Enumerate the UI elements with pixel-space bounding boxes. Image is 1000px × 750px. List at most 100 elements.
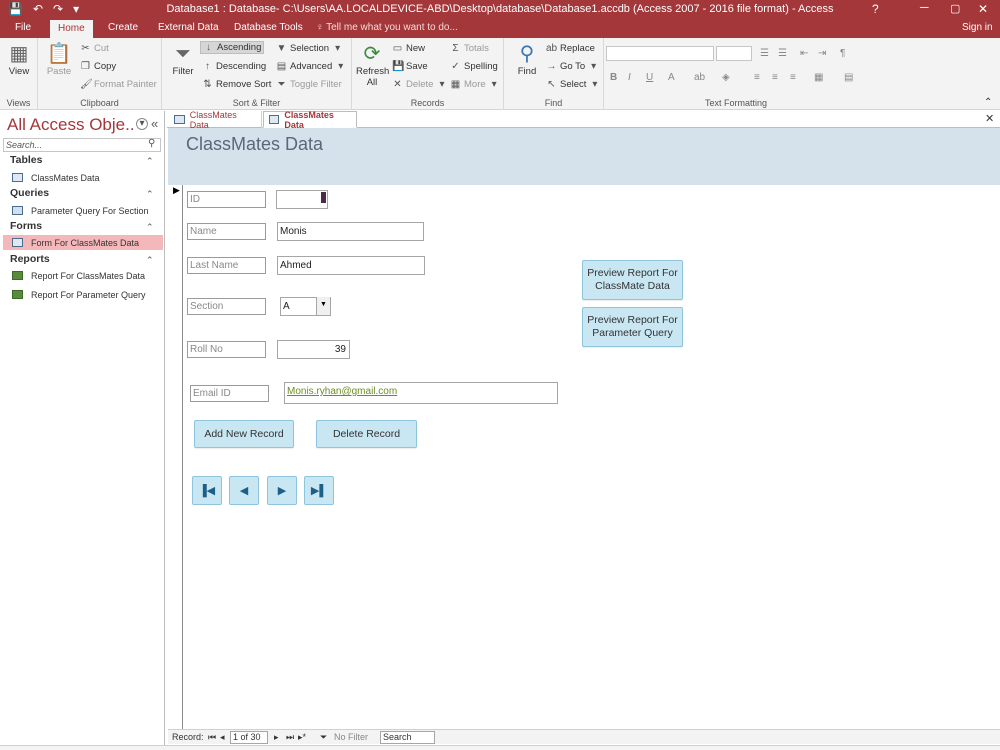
email-field[interactable]: Monis.ryhan@gmail.com: [284, 382, 558, 404]
copy-button[interactable]: ❐ Copy: [80, 61, 116, 72]
first-record-button[interactable]: ▐◀: [192, 476, 222, 505]
record-label: Record:: [172, 732, 204, 742]
tab-file[interactable]: File: [0, 20, 46, 38]
next-record-icon: ▶: [277, 485, 287, 497]
last-record-nav-icon[interactable]: ⏭: [286, 732, 294, 743]
search-icon[interactable]: ⚲: [148, 138, 155, 149]
bold-icon[interactable]: B: [610, 72, 617, 83]
dropdown-arrow-icon[interactable]: ▼: [316, 297, 330, 315]
toggle-filter-button[interactable]: ⏷ Toggle Filter: [276, 79, 342, 90]
numbering-icon[interactable]: ☰: [778, 48, 787, 59]
doc-tab-form[interactable]: ClassMates Data: [263, 110, 357, 130]
nav-item-parameter-report[interactable]: Report For Parameter Query: [3, 287, 163, 302]
nav-item-classmates-table[interactable]: ClassMates Data: [3, 170, 163, 185]
remove-sort-button[interactable]: ⇅ Remove Sort: [202, 79, 271, 90]
last-name-field[interactable]: Ahmed: [277, 256, 425, 275]
refresh-all-button[interactable]: ⟳ Refresh All: [356, 42, 389, 88]
more-button[interactable]: ▦ More ▾: [450, 79, 500, 90]
nav-item-parameter-query[interactable]: Parameter Query For Section: [3, 203, 163, 218]
tab-database-tools[interactable]: Database Tools: [226, 20, 311, 38]
chevron-up-icon[interactable]: ⌃: [146, 156, 154, 167]
next-record-button[interactable]: ▶: [267, 476, 297, 505]
chevron-up-icon[interactable]: ⌃: [146, 255, 154, 266]
new-record-button[interactable]: ▭ New: [392, 43, 425, 54]
outdent-icon[interactable]: ⇥: [818, 48, 826, 59]
alt-row-color-icon[interactable]: ▤: [844, 72, 853, 83]
chevron-up-icon[interactable]: ⌃: [146, 189, 154, 200]
add-new-record-button[interactable]: Add New Record: [194, 420, 294, 448]
font-name-box[interactable]: [606, 46, 714, 61]
underline-icon[interactable]: U: [646, 72, 653, 83]
first-record-nav-icon[interactable]: ⏮: [208, 732, 216, 743]
nav-search-input[interactable]: Search...: [3, 138, 161, 152]
record-search-box[interactable]: Search: [380, 731, 435, 744]
advanced-button[interactable]: ▤ Advanced ▾: [276, 61, 346, 72]
view-button[interactable]: ▦ View: [4, 42, 34, 77]
current-record-box[interactable]: 1 of 30: [230, 731, 268, 744]
delete-button[interactable]: ✕ Delete ▾: [392, 79, 447, 90]
tab-external-data[interactable]: External Data: [150, 20, 227, 38]
totals-button[interactable]: Σ Totals: [450, 43, 488, 54]
name-field[interactable]: Monis: [277, 222, 424, 241]
preview-classmate-report-button[interactable]: Preview Report For ClassMate Data: [582, 260, 683, 300]
maximize-button[interactable]: ▢: [950, 2, 960, 15]
first-record-icon: ▐◀: [198, 485, 216, 497]
help-button[interactable]: ?: [872, 2, 879, 16]
nav-category-tables[interactable]: Tables: [10, 154, 42, 166]
gridlines-icon[interactable]: ▦: [814, 72, 823, 83]
record-selector[interactable]: ▶: [168, 185, 183, 730]
find-button[interactable]: ⚲ Find: [510, 42, 544, 77]
fill-color-icon[interactable]: ◈: [722, 72, 730, 83]
last-record-icon: ▶▌: [310, 485, 328, 497]
select-button[interactable]: ↖ Select ▾: [546, 79, 600, 90]
shutter-bar-icon[interactable]: «: [151, 116, 158, 131]
previous-record-nav-icon[interactable]: ◂: [220, 732, 225, 743]
highlight-icon[interactable]: ab: [694, 72, 705, 83]
new-record-nav-icon[interactable]: ▸*: [298, 732, 306, 743]
bullets-icon[interactable]: ☰: [760, 48, 769, 59]
nav-category-forms[interactable]: Forms: [10, 220, 42, 232]
sign-in-link[interactable]: Sign in: [962, 22, 993, 33]
minimize-button[interactable]: ─: [920, 0, 929, 14]
last-record-button[interactable]: ▶▌: [304, 476, 334, 505]
goto-button[interactable]: → Go To ▾: [546, 61, 599, 72]
filter-button[interactable]: ⏷ Filter: [166, 42, 200, 77]
no-filter-indicator[interactable]: No Filter: [334, 732, 368, 742]
nav-menu-icon[interactable]: ▾: [136, 118, 148, 130]
chevron-up-icon[interactable]: ⌃: [146, 222, 154, 233]
next-record-nav-icon[interactable]: ▸: [274, 732, 279, 743]
nav-item-classmates-report[interactable]: Report For ClassMates Data: [3, 268, 163, 283]
indent-icon[interactable]: ⇤: [800, 48, 808, 59]
nav-item-classmates-form[interactable]: Form For ClassMates Data: [3, 235, 163, 250]
nav-category-reports[interactable]: Reports: [10, 253, 50, 265]
align-center-icon[interactable]: ≡: [772, 72, 778, 83]
nav-pane-title[interactable]: All Access Obje...: [7, 115, 135, 135]
ascending-button[interactable]: ↓ Ascending: [200, 41, 265, 54]
selection-button[interactable]: ▼ Selection ▾: [276, 43, 343, 54]
nav-category-queries[interactable]: Queries: [10, 187, 49, 199]
close-document-icon[interactable]: ✕: [985, 112, 994, 125]
format-painter-button[interactable]: 🖌 Format Painter: [80, 79, 157, 90]
spelling-button[interactable]: ✓ Spelling: [450, 61, 498, 72]
font-size-box[interactable]: [716, 46, 752, 61]
font-color-icon[interactable]: A: [668, 72, 675, 83]
tab-home[interactable]: Home: [50, 20, 93, 38]
delete-record-button[interactable]: Delete Record: [316, 420, 417, 448]
tell-me-search[interactable]: ♀ Tell me what you want to do...: [316, 22, 458, 33]
align-left-icon[interactable]: ≡: [754, 72, 760, 83]
close-window-button[interactable]: ✕: [978, 2, 988, 16]
previous-record-button[interactable]: ◀: [229, 476, 259, 505]
align-right-icon[interactable]: ≡: [790, 72, 796, 83]
replace-button[interactable]: ab Replace: [546, 43, 595, 54]
doc-tab-table[interactable]: ClassMates Data: [169, 110, 262, 130]
save-record-button[interactable]: 💾 Save: [392, 61, 428, 72]
italic-icon[interactable]: I: [628, 72, 631, 83]
cut-button[interactable]: ✂ Cut: [80, 43, 109, 54]
tab-create[interactable]: Create: [100, 20, 146, 38]
descending-button[interactable]: ↑ Descending: [202, 61, 266, 72]
rtl-icon[interactable]: ¶: [840, 48, 845, 59]
paste-button[interactable]: 📋 Paste: [44, 42, 74, 77]
collapse-ribbon-icon[interactable]: ⌃: [984, 97, 992, 108]
roll-no-field[interactable]: 39: [277, 340, 350, 359]
preview-parameter-report-button[interactable]: Preview Report For Parameter Query: [582, 307, 683, 347]
